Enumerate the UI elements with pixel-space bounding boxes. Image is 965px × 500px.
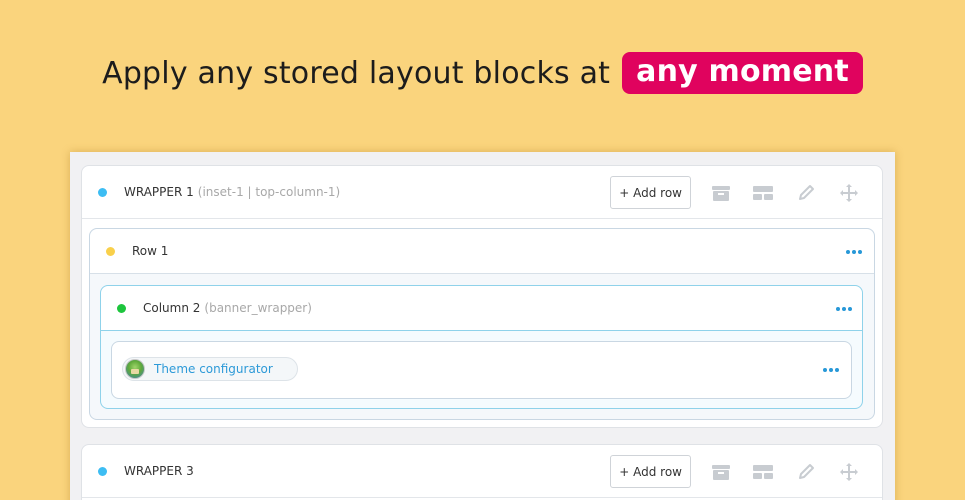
wrapper-status-dot — [98, 187, 107, 197]
column-2-subtitle: (banner_wrapper) — [204, 301, 312, 315]
theme-configurator-icon — [125, 359, 145, 379]
column-2: Column 2 (banner_wrapper) Theme configur… — [100, 285, 863, 409]
row-more-options-icon[interactable] — [846, 250, 862, 254]
wrapper-3-title: WRAPPER 3 — [124, 464, 194, 478]
row-status-dot — [106, 246, 115, 256]
headline: Apply any stored layout blocks at any mo… — [0, 52, 965, 94]
archive-icon[interactable] — [710, 183, 732, 203]
theme-configurator-module[interactable]: Theme configurator — [122, 357, 298, 381]
column-2-title: Column 2 — [143, 301, 201, 315]
column-status-dot — [117, 303, 126, 313]
row-1: Row 1 Column 2 (banner_wrapper) Theme co… — [89, 228, 875, 420]
wrapper-1-title: WRAPPER 1 — [124, 185, 194, 199]
module-block: Theme configurator — [111, 341, 852, 399]
column-more-options-icon[interactable] — [836, 307, 852, 311]
module-more-options-icon[interactable] — [823, 368, 839, 372]
row-1-header: Row 1 — [90, 229, 874, 274]
pencil-icon[interactable] — [795, 462, 817, 482]
move-icon[interactable] — [838, 183, 860, 203]
module-label: Theme configurator — [154, 362, 273, 376]
pencil-icon[interactable] — [795, 183, 817, 203]
wrapper-3: WRAPPER 3 + Add row — [81, 444, 883, 500]
archive-icon[interactable] — [710, 462, 732, 482]
headline-highlight: any moment — [622, 52, 863, 94]
move-icon[interactable] — [838, 462, 860, 482]
layout-icon[interactable] — [752, 462, 774, 482]
column-2-header: Column 2 (banner_wrapper) — [101, 286, 862, 331]
layout-icon[interactable] — [752, 183, 774, 203]
wrapper-1-subtitle: (inset-1 | top-column-1) — [197, 185, 341, 199]
wrapper-status-dot — [98, 466, 107, 476]
headline-text: Apply any stored layout blocks at — [102, 55, 611, 91]
wrapper-1: WRAPPER 1 (inset-1 | top-column-1) + Add… — [81, 165, 883, 428]
add-row-button[interactable]: + Add row — [610, 455, 691, 488]
layout-builder-panel: WRAPPER 1 (inset-1 | top-column-1) + Add… — [70, 152, 895, 500]
row-1-title: Row 1 — [132, 244, 169, 258]
add-row-button[interactable]: + Add row — [610, 176, 691, 209]
